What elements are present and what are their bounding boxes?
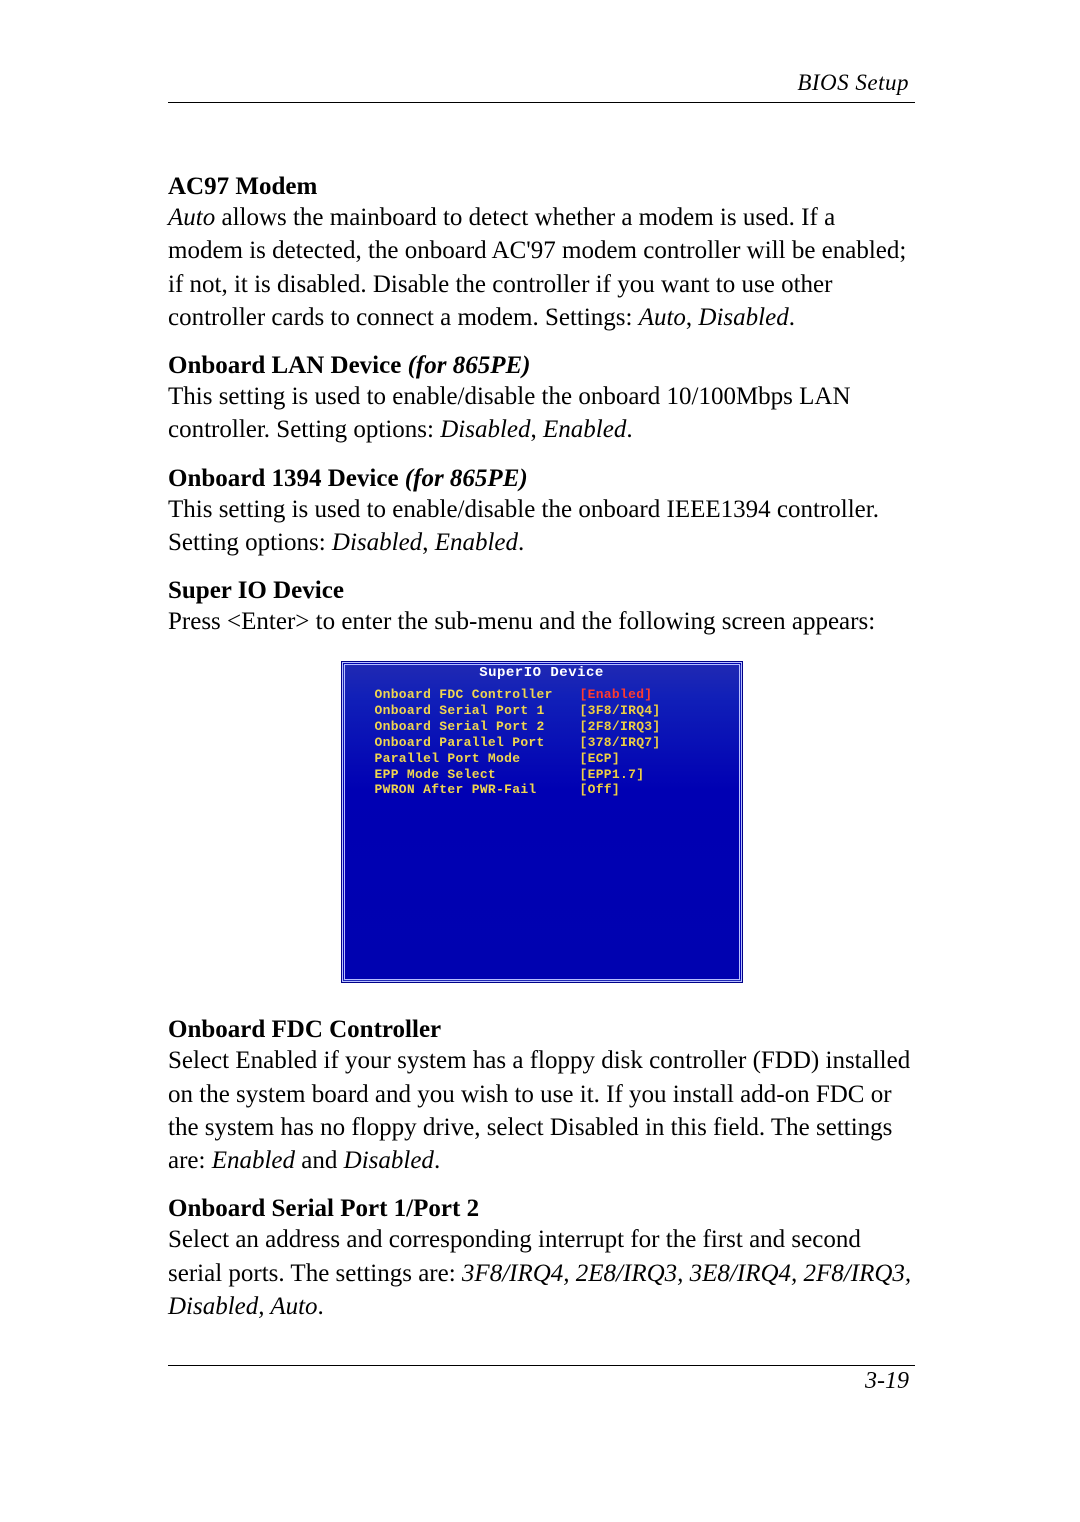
para-onboard-lan: This setting is used to enable/disable t…: [168, 380, 915, 447]
bios-window: SuperIO Device Onboard FDC Controller[En…: [342, 662, 742, 982]
serial-end: .: [318, 1293, 324, 1320]
bios-row: EPP Mode Select[EPP1.7]: [375, 767, 725, 783]
bios-row-value: [ECP]: [580, 751, 621, 767]
ac97-setting-disabled: Disabled: [698, 304, 788, 331]
bios-row-label: Parallel Port Mode: [375, 751, 580, 767]
running-header: BIOS Setup: [168, 70, 915, 96]
bios-row-value: [2F8/IRQ3]: [580, 719, 661, 735]
para-onboard-1394: This setting is used to enable/disable t…: [168, 493, 915, 560]
heading-onboard-1394-text: Onboard 1394 Device: [168, 465, 405, 492]
bios-row: Onboard Serial Port 2[2F8/IRQ3]: [375, 719, 725, 735]
ieee-opt-disabled: Disabled: [332, 529, 422, 556]
para-onboard-serial-port: Select an address and corresponding inte…: [168, 1223, 915, 1323]
para-ac97-modem: Auto allows the mainboard to detect whet…: [168, 201, 915, 334]
fdc-mid: and: [295, 1147, 344, 1174]
bios-row-value: [378/IRQ7]: [580, 735, 661, 751]
bios-row-value: [Enabled]: [580, 687, 653, 703]
page-number: 3-19: [168, 1368, 915, 1395]
bios-row-value: [Off]: [580, 782, 621, 798]
heading-ac97-modem: AC97 Modem: [168, 173, 915, 201]
heading-super-io-device: Super IO Device: [168, 577, 915, 605]
bios-row-label: Onboard FDC Controller: [375, 687, 580, 703]
lan-sep: ,: [531, 416, 544, 443]
bios-row-label: PWRON After PWR-Fail: [375, 782, 580, 798]
ac97-end: .: [789, 304, 795, 331]
bios-row-label: Onboard Parallel Port: [375, 735, 580, 751]
para-onboard-fdc: Select Enabled if your system has a flop…: [168, 1044, 915, 1177]
lan-end: .: [626, 416, 632, 443]
bios-row-label: Onboard Serial Port 2: [375, 719, 580, 735]
bios-row: PWRON After PWR-Fail[Off]: [375, 782, 725, 798]
ieee-end: .: [518, 529, 524, 556]
bios-row: Parallel Port Mode[ECP]: [375, 751, 725, 767]
ieee-opt-enabled: Enabled: [435, 529, 518, 556]
heading-onboard-lan: Onboard LAN Device (for 865PE): [168, 352, 915, 380]
bios-row-value: [EPP1.7]: [580, 767, 645, 783]
bios-row: Onboard FDC Controller[Enabled]: [375, 687, 725, 703]
heading-onboard-fdc: Onboard FDC Controller: [168, 1016, 915, 1044]
lan-opt-disabled: Disabled: [440, 416, 530, 443]
ac97-setting-auto: Auto: [639, 304, 686, 331]
fdc-end: .: [434, 1147, 440, 1174]
top-rule: [168, 102, 915, 103]
bottom-rule: [168, 1365, 915, 1366]
bios-settings-list: Onboard FDC Controller[Enabled]Onboard S…: [345, 665, 739, 808]
ac97-body1: allows the mainboard to detect whether a…: [168, 204, 906, 331]
bios-screenshot: SuperIO Device Onboard FDC Controller[En…: [168, 662, 915, 982]
heading-onboard-lan-note: (for 865PE): [408, 352, 531, 379]
bios-row-label: EPP Mode Select: [375, 767, 580, 783]
heading-onboard-1394-note: (for 865PE): [405, 465, 528, 492]
bios-row-value: [3F8/IRQ4]: [580, 703, 661, 719]
bios-row: Onboard Parallel Port[378/IRQ7]: [375, 735, 725, 751]
bios-row: Onboard Serial Port 1[3F8/IRQ4]: [375, 703, 725, 719]
heading-onboard-lan-text: Onboard LAN Device: [168, 352, 408, 379]
heading-onboard-1394: Onboard 1394 Device (for 865PE): [168, 465, 915, 493]
fdc-opt-enabled: Enabled: [212, 1147, 295, 1174]
ac97-auto-word: Auto: [168, 204, 215, 231]
bios-row-label: Onboard Serial Port 1: [375, 703, 580, 719]
bios-window-title: SuperIO Device: [345, 662, 739, 684]
fdc-opt-disabled: Disabled: [344, 1147, 434, 1174]
lan-opt-enabled: Enabled: [543, 416, 626, 443]
para-super-io-device: Press <Enter> to enter the sub-menu and …: [168, 605, 915, 638]
ac97-sep: ,: [686, 304, 699, 331]
heading-onboard-serial-port: Onboard Serial Port 1/Port 2: [168, 1195, 915, 1223]
ieee-sep: ,: [422, 529, 435, 556]
